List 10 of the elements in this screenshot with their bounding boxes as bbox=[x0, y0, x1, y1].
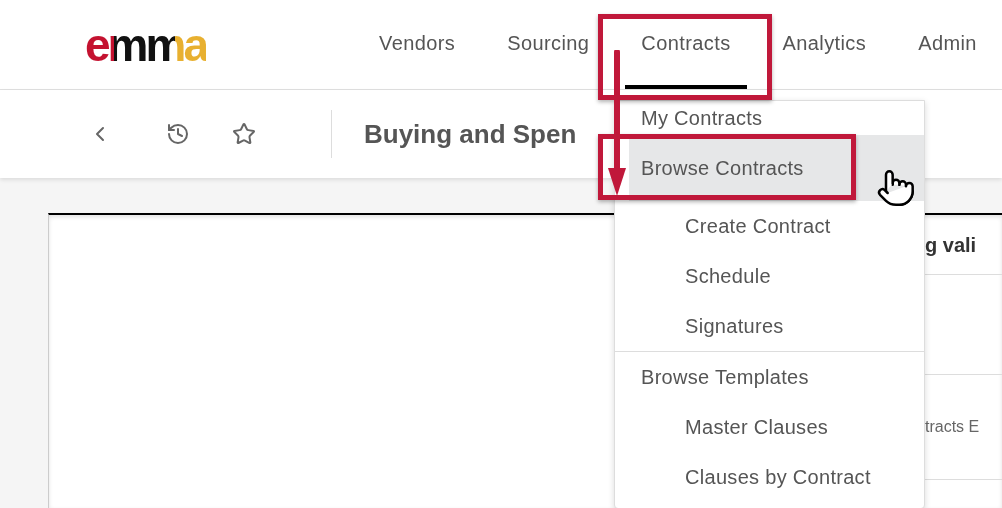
row-text: tracts E bbox=[925, 417, 980, 437]
star-icon[interactable] bbox=[232, 122, 256, 146]
menu-item[interactable]: My Contracts bbox=[629, 101, 924, 135]
nav-tab[interactable]: Admin bbox=[902, 0, 993, 89]
nav-tab[interactable]: Vendors bbox=[363, 0, 472, 89]
section-heading: g vali bbox=[925, 232, 977, 258]
history-icon[interactable] bbox=[166, 122, 190, 146]
nav-tab[interactable]: Analytics bbox=[766, 0, 883, 89]
nav-tab[interactable]: Sourcing bbox=[491, 0, 606, 89]
page-title: Buying and Spen bbox=[364, 117, 577, 151]
